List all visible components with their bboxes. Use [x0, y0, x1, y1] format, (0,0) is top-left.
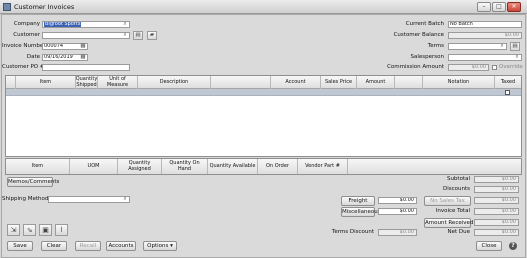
- customer-po-label: Customer PO #: [2, 64, 45, 70]
- options-label: Options: [147, 243, 169, 249]
- attachment-icon[interactable]: ⌇: [55, 224, 68, 236]
- items-grid-header: Item Quantity Shipped Unit of Measure De…: [6, 76, 521, 89]
- invoice-total-field: $0.00: [474, 208, 519, 215]
- terms-discount-field: $0.00: [378, 229, 417, 236]
- current-batch-field[interactable]: No Batch: [448, 21, 522, 28]
- current-batch-label: Current Batch: [405, 21, 444, 27]
- net-due-label: Net Due: [447, 229, 470, 235]
- salesperson-label: Salesperson: [410, 54, 445, 60]
- col-notation[interactable]: Notation: [423, 76, 495, 89]
- inv-col-on-order[interactable]: On Order: [258, 159, 298, 174]
- invoice-total-label: Invoice Total: [435, 208, 470, 214]
- inv-col-item[interactable]: Item: [6, 159, 70, 174]
- row-selector-header: [6, 76, 16, 89]
- customer-label: Customer: [13, 32, 40, 38]
- invoice-number-label: Invoice Number: [2, 43, 46, 49]
- sales-tax-field: $0.00: [474, 197, 519, 204]
- date-label: Date: [26, 54, 40, 60]
- commission-amount-label: Commission Amount: [387, 64, 444, 70]
- col-item[interactable]: Item: [16, 76, 76, 89]
- miscellaneous-field[interactable]: $0.00: [378, 208, 417, 215]
- no-sales-tax-button[interactable]: No Sales Tax: [424, 196, 471, 206]
- discounts-label: Discounts: [442, 186, 470, 192]
- clear-button[interactable]: Clear: [41, 241, 67, 251]
- inv-col-quantity-available[interactable]: Quantity Available: [208, 159, 258, 174]
- inv-col-uom[interactable]: UOM: [70, 159, 118, 174]
- invoice-items-grid[interactable]: Item Quantity Shipped Unit of Measure De…: [5, 75, 522, 157]
- items-grid-row[interactable]: [6, 89, 521, 96]
- commission-amount-field: $0.00: [448, 64, 489, 71]
- close-button[interactable]: Close: [476, 241, 502, 251]
- salesperson-field[interactable]: [448, 54, 522, 61]
- freight-button[interactable]: Freight: [341, 196, 375, 206]
- invoice-lookup-icon[interactable]: ▦: [80, 43, 86, 49]
- shipping-method-field[interactable]: [48, 196, 130, 203]
- dropdown-arrow-icon: ▾: [170, 243, 173, 249]
- printer-icon[interactable]: ▣: [39, 224, 52, 236]
- subtotal-label: Subtotal: [446, 176, 470, 182]
- taxed-checkbox[interactable]: [505, 90, 510, 95]
- col-blank-2: [395, 76, 423, 89]
- col-account[interactable]: Account: [271, 76, 321, 89]
- close-window-button[interactable]: ✕: [507, 2, 521, 12]
- terms-search-icon[interactable]: ⌕: [499, 43, 505, 49]
- discounts-field: $0.00: [474, 186, 519, 193]
- company-field[interactable]: Bigfoot Sports: [42, 21, 130, 28]
- export-icon[interactable]: ⇘: [23, 224, 36, 236]
- subtotal-field: $0.00: [474, 176, 519, 183]
- amount-received-button[interactable]: Amount Received: [424, 218, 473, 228]
- customer-balance-field: $0.00: [448, 32, 522, 39]
- col-description[interactable]: Description: [138, 76, 211, 89]
- inv-col-vendor-part[interactable]: Vendor Part #: [298, 159, 348, 174]
- col-taxed[interactable]: Taxed: [495, 76, 521, 89]
- company-search-icon[interactable]: ⌕: [122, 21, 128, 27]
- calendar-icon[interactable]: ▦: [80, 54, 86, 60]
- customer-balance-label: Customer Balance: [393, 32, 444, 38]
- app-icon: [3, 3, 11, 11]
- shipping-search-icon[interactable]: ⌕: [122, 196, 128, 202]
- salesperson-search-icon[interactable]: ⌕: [514, 54, 520, 60]
- minimize-button[interactable]: –: [477, 2, 491, 12]
- freight-field[interactable]: $0.00: [378, 197, 417, 204]
- accounts-button[interactable]: Accounts: [106, 241, 136, 251]
- terms-card-button[interactable]: ▤: [510, 42, 520, 51]
- memos-comments-button[interactable]: Memos/Comments: [7, 177, 59, 187]
- inv-col-quantity-assigned[interactable]: Quantity Assigned: [118, 159, 162, 174]
- miscellaneous-button[interactable]: Miscellaneous: [341, 207, 381, 217]
- inventory-grid-header: Item UOM Quantity Assigned Quantity On H…: [6, 159, 521, 174]
- customer-search-icon[interactable]: ⌕: [122, 32, 128, 38]
- customer-card-button[interactable]: ▤: [133, 31, 143, 40]
- col-sales-price[interactable]: Sales Price: [321, 76, 357, 89]
- window-title: Customer Invoices: [14, 3, 75, 11]
- customer-field[interactable]: [42, 32, 130, 39]
- customer-folder-button[interactable]: ▰: [147, 31, 157, 40]
- inventory-grid[interactable]: Item UOM Quantity Assigned Quantity On H…: [5, 158, 522, 175]
- col-quantity-shipped[interactable]: Quantity Shipped: [76, 76, 98, 89]
- shipping-method-label: Shipping Method: [2, 196, 49, 202]
- terms-label: Terms: [427, 43, 444, 49]
- help-icon[interactable]: ?: [509, 242, 517, 250]
- col-blank-1: [211, 76, 271, 89]
- terms-discount-label: Terms Discount: [331, 229, 374, 235]
- net-due-field: $0.00: [474, 229, 519, 236]
- customer-po-field[interactable]: [42, 64, 130, 71]
- save-button[interactable]: Save: [7, 241, 33, 251]
- options-button[interactable]: Options ▾: [143, 241, 177, 251]
- override-checkbox[interactable]: [492, 65, 497, 70]
- col-unit-of-measure[interactable]: Unit of Measure: [98, 76, 138, 89]
- col-amount[interactable]: Amount: [357, 76, 395, 89]
- maximize-button[interactable]: □: [492, 2, 506, 12]
- recall-button[interactable]: Recall: [75, 241, 101, 251]
- window-titlebar: Customer Invoices – □ ✕: [0, 0, 527, 14]
- inv-col-filler: [348, 159, 521, 174]
- amount-received-field: $0.00: [474, 219, 519, 226]
- company-label: Company: [13, 21, 40, 27]
- override-label: Override: [499, 64, 523, 70]
- inv-col-quantity-on-hand[interactable]: Quantity On Hand: [162, 159, 208, 174]
- print-preview-icon[interactable]: ⇲: [7, 224, 20, 236]
